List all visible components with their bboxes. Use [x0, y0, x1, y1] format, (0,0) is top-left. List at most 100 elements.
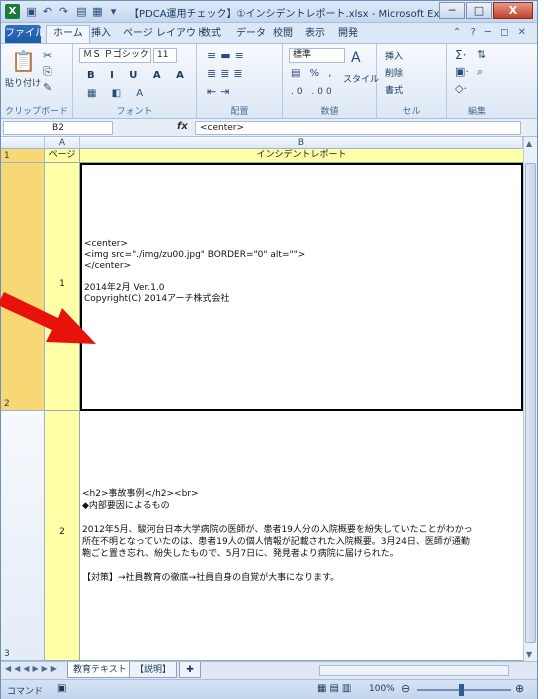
redo-icon[interactable]: ↷ [57, 5, 70, 18]
vertical-align-icons[interactable]: ≡▬≡ [207, 50, 248, 62]
format-painter-icon[interactable]: ✎ [43, 82, 52, 94]
font-style-buttons[interactable]: B I U A A [87, 70, 190, 81]
tab-data[interactable]: データ [236, 25, 266, 43]
font-group: ＭＳ Ｐゴシック 11 B I U A A ▦ ◧ A フォント [73, 44, 197, 119]
tab-file[interactable]: ファイル [5, 25, 45, 43]
cell-text-line: 2012年5月、駿河台日本大学病院の医師が、患者19人分の入院概要を紛失していた… [82, 525, 473, 535]
title-bar: X ▣ ↶ ↷ ▤ ▦ ▾ 【PDCA運用チェック】①インシデントレポート.xl… [1, 1, 537, 23]
preview-icon[interactable]: ▤ [75, 5, 88, 18]
undo-icon[interactable]: ↶ [41, 5, 54, 18]
cell-text-line: 所在不明となっていたのは、患者19人の個人情報が記載された入院概要。3月24日、… [82, 537, 470, 547]
customize-qat-icon[interactable]: ▾ [107, 5, 120, 18]
status-bar: コマンド ▣ ▦▤▥ 100% ⊖ ⊕ [1, 679, 537, 699]
cell-text-line: 【対策】→社員教育の徹底→社員自身の自覚が大事になります。 [82, 573, 340, 583]
style-icon[interactable]: A [351, 51, 361, 65]
align-label: 配置 [230, 107, 249, 117]
scroll-down-icon[interactable]: ▼ [526, 650, 532, 659]
clipboard-group: 📋 貼り付け ✂ ⎘ ✎ クリップボード [1, 44, 73, 119]
sheet-tab-education-text[interactable]: 教育テキスト [67, 662, 133, 678]
cell-text-line: <img src="./img/zu00.jpg" BORDER="0" alt… [84, 250, 306, 260]
number-format-combo[interactable]: 標準 [289, 48, 345, 63]
format-cells-button[interactable]: 書式 [385, 83, 403, 96]
sheet-tab-explanation[interactable]: 【説明】 [129, 662, 178, 678]
row-number: 2 [4, 399, 10, 409]
horizontal-scrollbar[interactable] [319, 665, 509, 676]
minimize-button[interactable]: ─ [439, 2, 465, 19]
vertical-scroll-thumb[interactable] [525, 163, 536, 643]
cell-text-line: ◆内部要因によるもの [82, 501, 170, 511]
worksheet-grid[interactable]: A B 1 ページ インシデントレポート 2 1 <center> <img s… [1, 137, 523, 661]
tab-insert[interactable]: 挿入 [91, 25, 111, 43]
cell-text-line: Copyright(C) 2014アーチ株式会社 [84, 294, 230, 304]
number-label: 数値 [320, 107, 339, 117]
red-arrow-annotation [0, 292, 96, 344]
horizontal-align-icons[interactable]: ≣≣≣ [207, 68, 247, 80]
sort-filter-icon[interactable]: ⇅ [477, 49, 486, 61]
excel-logo-icon[interactable]: X [5, 4, 20, 19]
fill-icon[interactable]: ▣· [455, 66, 469, 78]
indent-icons[interactable]: ⇤⇥ [207, 86, 233, 98]
formula-input[interactable]: <center> [195, 121, 521, 135]
row-number: 3 [4, 649, 10, 659]
row-header-3[interactable]: 3 [1, 411, 45, 661]
column-header-a[interactable]: A [45, 137, 80, 149]
tab-formulas[interactable]: 数式 [201, 25, 221, 43]
clear-icon[interactable]: ◇· [455, 83, 467, 95]
sort-icon[interactable]: ▦ [91, 5, 104, 18]
insert-cells-button[interactable]: 挿入 [385, 49, 403, 62]
scroll-up-icon[interactable]: ▲ [526, 139, 532, 148]
tab-developer[interactable]: 開発 [338, 25, 358, 43]
copy-icon[interactable]: ⎘ [43, 66, 52, 78]
cell-a3[interactable]: 2 [45, 411, 80, 661]
zoom-slider[interactable] [417, 689, 511, 691]
tab-review[interactable]: 校閲 [273, 25, 293, 43]
paste-button[interactable]: 貼り付け [5, 76, 41, 89]
border-fill-color-icons[interactable]: ▦ ◧ A [87, 88, 149, 100]
decimal-icons[interactable]: .0 .00 [291, 86, 335, 98]
maximize-button[interactable]: □ [466, 2, 492, 19]
currency-percent-icons[interactable]: ▤ % , [291, 68, 335, 80]
sheet-tab-bar: ◀◀◀▶▶▶ 教育テキスト 【説明】 ✚ [1, 661, 537, 679]
column-header-b[interactable]: B [80, 137, 523, 149]
delete-cells-button[interactable]: 削除 [385, 66, 403, 79]
zoom-level[interactable]: 100% [369, 684, 395, 694]
cut-icon[interactable]: ✂ [43, 50, 52, 62]
cell-a1[interactable]: ページ [45, 149, 80, 163]
cell-text-line: <center> [84, 239, 129, 249]
alignment-group: ≡▬≡ ≣≣≣ ⇤⇥ 配置 [197, 44, 283, 119]
zoom-in-icon[interactable]: ⊕ [515, 682, 524, 695]
vertical-scrollbar[interactable]: ▲ ▼ [523, 137, 537, 661]
macro-record-icon[interactable]: ▣ [57, 683, 66, 694]
cell-b1[interactable]: インシデントレポート [80, 149, 523, 163]
cell-text-line: 鞄ごと置き忘れ、紛失したもので、5月7日に、発見者より病院に届けられた。 [82, 549, 399, 559]
formula-bar: B2 fx <center> [1, 119, 537, 137]
paste-icon[interactable]: 📋 [11, 50, 36, 72]
tab-page-layout[interactable]: ページ レイアウト [123, 25, 206, 43]
ribbon-window-controls[interactable]: ⌃ ? ─ ◻ ✕ [453, 27, 529, 38]
zoom-slider-thumb[interactable] [459, 684, 464, 696]
sum-icon[interactable]: Σ· [455, 49, 466, 61]
close-button[interactable]: X [493, 2, 533, 19]
find-icon[interactable]: ⌕ [477, 66, 483, 78]
select-all-corner[interactable] [1, 137, 45, 149]
tab-view[interactable]: 表示 [305, 25, 325, 43]
style-button[interactable]: スタイル [343, 72, 379, 85]
cells-group: 挿入 削除 書式 セル [377, 44, 447, 119]
sheet-nav-icons[interactable]: ◀◀◀▶▶▶ [5, 664, 60, 673]
font-name-combo[interactable]: ＭＳ Ｐゴシック [79, 48, 151, 63]
font-label: フォント [116, 107, 153, 117]
zoom-out-icon[interactable]: ⊖ [401, 682, 410, 695]
save-icon[interactable]: ▣ [25, 5, 38, 18]
edit-label: 編集 [467, 107, 486, 117]
cell-b2-selected[interactable]: <center> <img src="./img/zu00.jpg" BORDE… [80, 163, 523, 411]
clipboard-label: クリップボード [4, 107, 68, 117]
cell-b3[interactable]: <h2>事故事例</h2><br> ◆内部要因によるもの 2012年5月、駿河台… [80, 411, 523, 661]
insert-function-button[interactable]: fx [177, 121, 188, 132]
view-mode-icons[interactable]: ▦▤▥ [317, 683, 354, 694]
row-header-1[interactable]: 1 [1, 149, 45, 163]
new-sheet-icon[interactable]: ✚ [179, 662, 201, 678]
font-size-combo[interactable]: 11 [153, 48, 177, 63]
ribbon-tabs: ファイル ホーム 挿入 ページ レイアウト 数式 データ 校閲 表示 開発 ⌃ … [1, 23, 537, 43]
tab-home[interactable]: ホーム [46, 25, 90, 43]
name-box[interactable]: B2 [3, 121, 113, 135]
